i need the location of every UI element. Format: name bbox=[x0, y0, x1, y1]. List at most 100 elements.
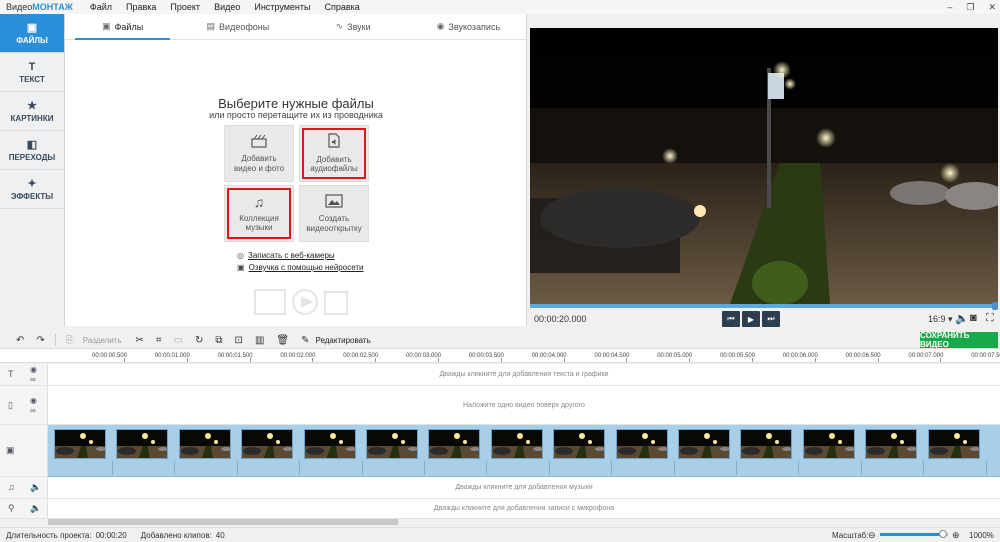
clip-thumbnail[interactable] bbox=[303, 429, 356, 459]
clip-thumbnail[interactable] bbox=[678, 429, 730, 459]
timeline-ruler[interactable]: 00:00:00.500 00:00:01.000 00:00:01.500 00:0… bbox=[0, 348, 1000, 363]
clip-properties-icon[interactable]: ▥ bbox=[255, 335, 264, 346]
edit-icon[interactable]: ✎ bbox=[301, 335, 309, 346]
zoom-out-icon[interactable]: ⊖ bbox=[868, 530, 876, 541]
fullscreen-icon[interactable]: ⛶ bbox=[986, 312, 994, 325]
clip-thumbnail[interactable] bbox=[178, 429, 231, 459]
tab-files[interactable]: ▣ Файлы bbox=[65, 14, 180, 40]
transitions-icon: ◧ bbox=[26, 139, 38, 151]
tab-sounds[interactable]: ∿ Звуки bbox=[296, 14, 411, 39]
clip-thumbnail[interactable] bbox=[802, 429, 855, 459]
frame-icon[interactable]: ▭ bbox=[174, 335, 183, 346]
sidebar-item-text[interactable]: T ТЕКСТ bbox=[0, 53, 64, 92]
ruler-tick bbox=[312, 358, 314, 362]
zoom-slider[interactable] bbox=[880, 533, 948, 536]
video-track[interactable] bbox=[48, 425, 1000, 477]
eye-icon[interactable]: ◉ bbox=[30, 396, 37, 405]
ruler-tick bbox=[689, 358, 691, 362]
camera-snapshot-icon[interactable]: ◙ bbox=[970, 312, 977, 324]
clip-thumbnail[interactable] bbox=[490, 429, 543, 459]
timeline-scrollbar[interactable] bbox=[48, 519, 1000, 525]
scrollbar-thumb[interactable] bbox=[48, 519, 398, 525]
link-icon[interactable]: ∞ bbox=[30, 406, 36, 415]
clip-thumbnail[interactable] bbox=[865, 429, 918, 459]
menu-tools[interactable]: Инструменты bbox=[247, 2, 317, 12]
sidebar-item-files[interactable]: ▣ ФАЙЛЫ bbox=[0, 14, 64, 53]
menu-file[interactable]: Файл bbox=[83, 2, 119, 12]
image-icon: ▣ bbox=[26, 22, 38, 34]
edit-button[interactable]: Редактировать bbox=[315, 336, 370, 345]
add-audio-button[interactable]: Добавить аудиофайлы bbox=[299, 125, 369, 182]
clip-thumbnail[interactable] bbox=[366, 429, 418, 459]
menu-help[interactable]: Справка bbox=[317, 2, 366, 12]
create-postcard-button[interactable]: Создать видеооткрытку bbox=[299, 185, 369, 242]
undo-icon[interactable]: ↶ bbox=[16, 335, 24, 346]
menu-edit[interactable]: Правка bbox=[119, 2, 163, 12]
prev-frame-button[interactable]: ⏮ bbox=[722, 311, 740, 327]
clip-thumbnail[interactable] bbox=[740, 429, 793, 459]
volume-icon[interactable]: 🔈 bbox=[30, 503, 41, 514]
sidebar-item-transitions[interactable]: ◧ ПЕРЕХОДЫ bbox=[0, 131, 64, 170]
next-frame-button[interactable]: ⏭ bbox=[762, 311, 780, 327]
sidebar-item-effects[interactable]: ✦ ЭФФЕКТЫ bbox=[0, 170, 64, 209]
clip-thumbnail[interactable] bbox=[428, 429, 481, 459]
playhead-knob[interactable] bbox=[992, 302, 998, 310]
clip-thumbnail[interactable] bbox=[241, 429, 294, 459]
webcam-link[interactable]: ◎ Записать с веб-камеры bbox=[237, 251, 335, 260]
ruler-tick bbox=[877, 358, 879, 362]
clip-thumbnail[interactable] bbox=[54, 429, 106, 459]
playback-progress[interactable] bbox=[530, 302, 998, 310]
volume-icon[interactable]: 🔈 bbox=[955, 312, 969, 325]
overlay-track[interactable]: Наложите одно видео поверх другого bbox=[48, 386, 1000, 425]
sidebar-item-pictures[interactable]: ★ КАРТИНКИ bbox=[0, 92, 64, 131]
video-preview[interactable] bbox=[530, 28, 998, 304]
clip-divider bbox=[486, 461, 488, 475]
eye-icon[interactable]: ◉ bbox=[30, 365, 37, 374]
save-video-button[interactable]: СОХРАНИТЬ ВИДЕО bbox=[920, 331, 998, 349]
add-video-button[interactable]: Добавить видео и фото bbox=[224, 125, 294, 182]
video-camera-icon: ▣ bbox=[6, 445, 15, 455]
webcam-icon: ◎ bbox=[237, 251, 244, 260]
link-icon[interactable]: ∞ bbox=[30, 375, 36, 384]
insert-frame-icon[interactable]: ⧉ bbox=[215, 335, 222, 346]
skip-forward-icon: ⏭ bbox=[767, 314, 775, 323]
delete-icon[interactable]: 🗑 bbox=[276, 335, 289, 346]
maximize-icon[interactable]: ❐ bbox=[966, 2, 974, 13]
text-track[interactable]: Дважды кликните для добавления текста и … bbox=[48, 364, 1000, 386]
aspect-ratio-select[interactable]: 16:9 ▾ bbox=[928, 314, 953, 325]
cut-icon[interactable]: ✂ bbox=[136, 335, 144, 346]
clip-thumbnail[interactable] bbox=[927, 429, 980, 459]
zoom-in-icon[interactable]: ⊕ bbox=[952, 530, 960, 541]
tab-sound-recording[interactable]: ◉ Звукозапись bbox=[411, 14, 526, 39]
tab-video-backgrounds[interactable]: ▤ Видеофоны bbox=[180, 14, 295, 39]
play-button[interactable]: ▶ bbox=[742, 311, 760, 327]
clip-thumbnail[interactable] bbox=[116, 429, 169, 459]
split-button[interactable]: Разделить bbox=[83, 336, 122, 345]
redo-icon[interactable]: ↷ bbox=[36, 335, 44, 346]
rotate-icon[interactable]: ↻ bbox=[195, 335, 203, 346]
clip-thumbnail[interactable] bbox=[615, 429, 668, 459]
crop-icon[interactable]: ⌗ bbox=[156, 335, 162, 346]
stabilize-icon[interactable]: ⊡ bbox=[235, 335, 243, 346]
title-bar: ВидеоМОНТАЖ Файл Правка Проект Видео Инс… bbox=[0, 0, 1000, 14]
music-track[interactable]: Дважды кликните для добавления музыки bbox=[48, 477, 1000, 499]
close-icon[interactable]: ✕ bbox=[988, 2, 996, 13]
film-camera-icon bbox=[251, 134, 267, 152]
zoom-slider-knob[interactable] bbox=[938, 530, 947, 538]
split-icon[interactable]: ⎘ bbox=[66, 335, 74, 346]
clip-thumbnail[interactable] bbox=[553, 429, 606, 459]
menu-video[interactable]: Видео bbox=[207, 2, 247, 12]
ruler-tick-label: 00:00:06.000 bbox=[782, 353, 818, 359]
sidebar-item-label: КАРТИНКИ bbox=[10, 114, 54, 123]
left-sidebar: ▣ ФАЙЛЫ T ТЕКСТ ★ КАРТИНКИ ◧ ПЕРЕХОДЫ ✦ … bbox=[0, 14, 65, 326]
menu-project[interactable]: Проект bbox=[163, 2, 207, 12]
minimize-icon[interactable]: – bbox=[947, 2, 952, 12]
clip-divider bbox=[299, 461, 301, 475]
voiceover-link[interactable]: ▣ Озвучка с помощью нейросети bbox=[237, 263, 364, 272]
music-collection-button[interactable]: ♫ Коллекция музыки bbox=[224, 185, 294, 242]
zoom-value: 1000% bbox=[969, 530, 994, 540]
photo-icon: ▣ bbox=[102, 21, 111, 31]
volume-icon[interactable]: 🔈 bbox=[30, 482, 41, 493]
mic-track[interactable]: Дважды кликните для добавления записи с … bbox=[48, 499, 1000, 519]
clip-divider bbox=[611, 461, 613, 475]
